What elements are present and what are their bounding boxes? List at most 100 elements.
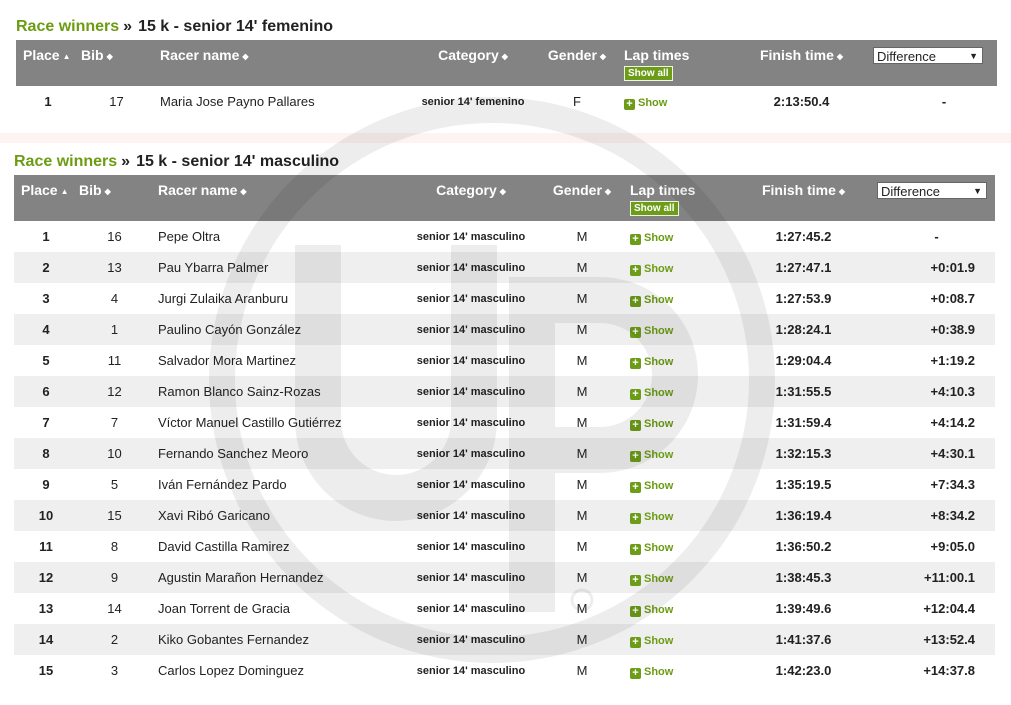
lap-times-cell: + Show — [628, 500, 743, 531]
show-all-button[interactable]: Show all — [624, 66, 673, 81]
col-racer-name[interactable]: Racer name ◆ — [151, 175, 406, 221]
col-racer-name[interactable]: Racer name ◆ — [153, 40, 408, 86]
show-laps-link[interactable]: + Show — [630, 387, 673, 400]
show-all-button[interactable]: Show all — [630, 201, 679, 216]
sort-icon: ◆ — [599, 52, 607, 61]
show-laps-link[interactable]: + Show — [630, 356, 673, 369]
lap-times-cell: + Show — [628, 624, 743, 655]
lap-times-cell: + Show — [628, 562, 743, 593]
table-row: 1 16 Pepe Oltra senior 14' masculino M + Show 1… — [14, 221, 995, 252]
show-laps-link[interactable]: + Show — [630, 635, 673, 648]
place-cell: 2 — [42, 260, 50, 275]
lap-times-cell: + Show — [628, 345, 743, 376]
gender-cell: M — [576, 446, 588, 461]
finish-time-cell: 2:13:50.4 — [773, 94, 830, 109]
category-cell: senior 14' masculino — [416, 447, 526, 460]
col-category[interactable]: Category ◆ — [408, 40, 538, 86]
col-lap-times: Lap times Show all — [630, 182, 696, 216]
place-cell: 1 — [42, 229, 50, 244]
race-title: 15 k - senior 14' masculino — [136, 153, 340, 170]
place-cell: 14 — [38, 632, 54, 647]
table-row: 8 10 Fernando Sanchez Meoro senior 14' masc… — [14, 438, 995, 469]
sort-icon: ◆ — [104, 187, 111, 196]
bib-cell: 13 — [107, 260, 122, 275]
gender-cell: M — [576, 570, 588, 585]
bib-cell: 2 — [110, 632, 119, 647]
racer-name-cell: Carlos Lopez Dominguez — [158, 663, 304, 678]
category-cell: senior 14' femenino — [421, 95, 525, 108]
bib-cell: 16 — [107, 229, 122, 244]
lap-times-cell: + Show — [616, 86, 734, 117]
place-cell: 3 — [42, 291, 50, 306]
place-cell: 13 — [38, 601, 54, 616]
place-cell: 1 — [44, 94, 52, 109]
plus-icon: + — [630, 605, 641, 617]
table-row: 1 17 Maria Jose Payno Pallares senior 14' f… — [16, 86, 997, 117]
show-laps-link[interactable]: + Show — [630, 480, 673, 493]
category-cell: senior 14' masculino — [416, 323, 526, 336]
place-cell: 11 — [39, 539, 53, 554]
col-bib[interactable]: Bib ◆ — [80, 40, 153, 86]
plus-icon: + — [624, 98, 635, 110]
bib-cell: 8 — [110, 539, 119, 554]
bib-cell: 7 — [110, 415, 119, 430]
show-laps-link[interactable]: + Show — [630, 263, 673, 276]
bib-cell: 5 — [110, 477, 119, 492]
difference-select[interactable]: Difference ▼ — [873, 47, 983, 64]
finish-time-cell: 1:36:19.4 — [775, 508, 832, 523]
race-winners-link[interactable]: Race winners — [14, 153, 117, 170]
table-row: 15 3 Carlos Lopez Dominguez senior 14' masc… — [14, 655, 995, 686]
table-row: 13 14 Joan Torrent de Gracia senior 14' mas… — [14, 593, 995, 624]
show-laps-link[interactable]: + Show — [630, 294, 673, 307]
place-cell: 6 — [42, 384, 50, 399]
category-cell: senior 14' masculino — [416, 664, 526, 677]
gender-cell: M — [576, 477, 588, 492]
racer-name-cell: Jurgi Zulaika Aranburu — [158, 291, 289, 306]
lap-times-cell: + Show — [628, 655, 743, 686]
bib-cell: 3 — [110, 663, 119, 678]
gender-cell: M — [576, 632, 588, 647]
col-category[interactable]: Category ◆ — [406, 175, 536, 221]
show-laps-link[interactable]: + Show — [630, 542, 673, 555]
results-body: 1 17 Maria Jose Payno Pallares senior 14' f… — [16, 86, 997, 117]
finish-time-cell: 1:31:59.4 — [775, 415, 832, 430]
col-gender[interactable]: Gender ◆ — [536, 175, 628, 221]
show-laps-link[interactable]: + Show — [630, 418, 673, 431]
category-cell: senior 14' masculino — [416, 416, 526, 429]
gender-cell: M — [576, 260, 588, 275]
col-finish-time[interactable]: Finish time ◆ — [743, 175, 864, 221]
col-place[interactable]: Place ▲ — [16, 40, 80, 86]
gender-cell: M — [576, 415, 588, 430]
lap-times-cell: + Show — [628, 531, 743, 562]
show-laps-link[interactable]: + Show — [630, 573, 673, 586]
lap-times-cell: + Show — [628, 407, 743, 438]
bib-cell: 9 — [110, 570, 119, 585]
difference-cell: +0:08.7 — [930, 291, 975, 306]
show-laps-link[interactable]: + Show — [630, 604, 673, 617]
race-winners-link[interactable]: Race winners — [16, 18, 119, 35]
racer-name-cell: Iván Fernández Pardo — [158, 477, 287, 492]
col-gender[interactable]: Gender ◆ — [538, 40, 616, 86]
table-row: 11 8 David Castilla Ramirez senior 14' masc… — [14, 531, 995, 562]
table-row: 5 11 Salvador Mora Martinez senior 14' masc… — [14, 345, 995, 376]
show-laps-link[interactable]: + Show — [630, 511, 673, 524]
col-place[interactable]: Place ▲ — [14, 175, 78, 221]
col-bib[interactable]: Bib ◆ — [78, 175, 151, 221]
difference-select[interactable]: Difference ▼ — [877, 182, 987, 199]
show-laps-link[interactable]: + Show — [630, 449, 673, 462]
show-laps-link[interactable]: + Show — [630, 325, 673, 338]
lap-times-cell: + Show — [628, 283, 743, 314]
lap-times-cell: + Show — [628, 252, 743, 283]
show-laps-link[interactable]: + Show — [624, 97, 667, 110]
place-cell: 5 — [42, 353, 50, 368]
finish-time-cell: 1:31:55.5 — [775, 384, 832, 399]
show-laps-link[interactable]: + Show — [630, 666, 673, 679]
table-row: 10 15 Xavi Ribó Garicano senior 14' masculi… — [14, 500, 995, 531]
show-laps-link[interactable]: + Show — [630, 232, 673, 245]
finish-time-cell: 1:39:49.6 — [775, 601, 832, 616]
bib-cell: 17 — [109, 94, 124, 109]
col-finish-time[interactable]: Finish time ◆ — [734, 40, 869, 86]
racer-name-cell: Salvador Mora Martinez — [158, 353, 296, 368]
finish-time-cell: 1:27:45.2 — [775, 229, 832, 244]
table-row: 12 9 Agustin Marañon Hernandez senior 14' m… — [14, 562, 995, 593]
